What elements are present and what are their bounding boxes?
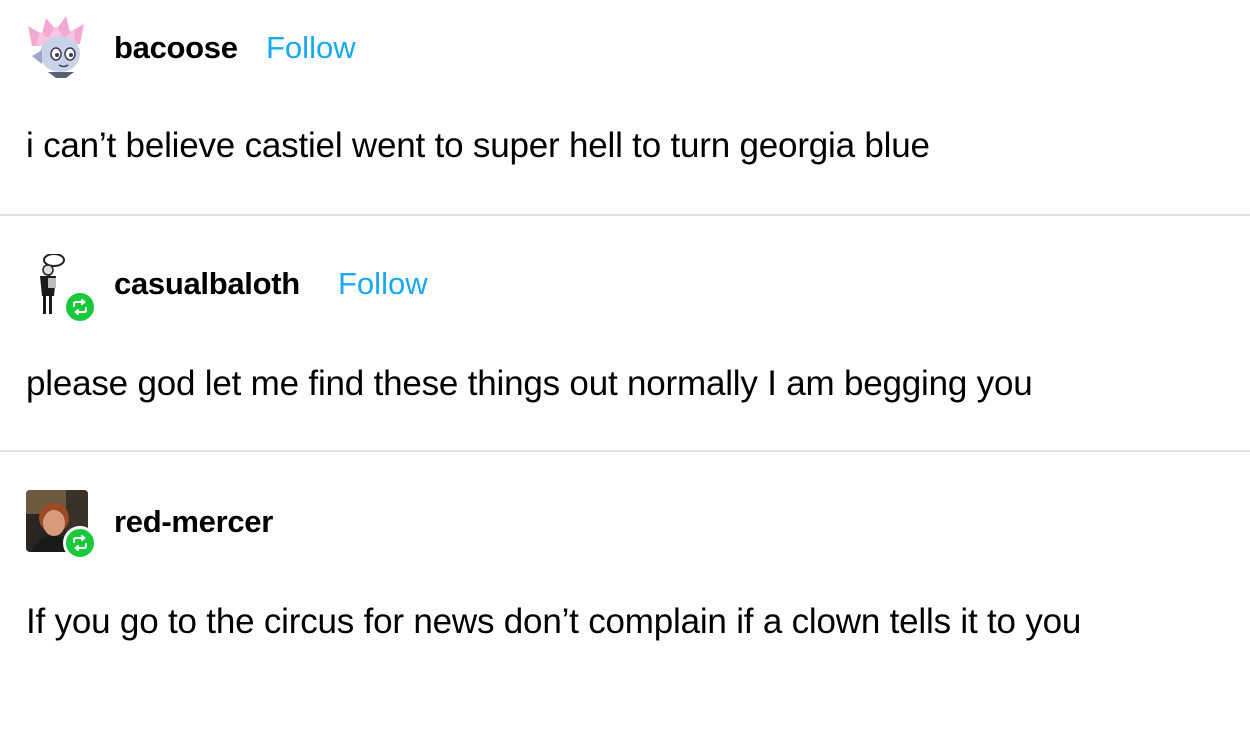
pink-haired-character-avatar-icon	[28, 16, 84, 78]
avatar[interactable]	[26, 490, 97, 560]
avatar[interactable]	[26, 16, 88, 78]
follow-button[interactable]: Follow	[266, 30, 356, 66]
reblog-icon	[63, 526, 97, 560]
username[interactable]: casualbaloth	[114, 266, 300, 302]
username[interactable]: red-mercer	[114, 504, 273, 540]
post: bacoose Follow i can’t believe castiel w…	[0, 0, 1250, 214]
username[interactable]: bacoose	[114, 30, 238, 66]
post: casualbaloth Follow please god let me fi…	[0, 216, 1250, 450]
avatar[interactable]	[26, 254, 97, 324]
reblog-icon	[63, 290, 97, 324]
post: red-mercer If you go to the circus for n…	[0, 452, 1250, 738]
follow-button[interactable]: Follow	[338, 266, 428, 302]
post-body: If you go to the circus for news don’t c…	[26, 602, 1082, 641]
post-body: i can’t believe castiel went to super he…	[26, 126, 930, 165]
post-body: please god let me find these things out …	[26, 364, 1033, 403]
